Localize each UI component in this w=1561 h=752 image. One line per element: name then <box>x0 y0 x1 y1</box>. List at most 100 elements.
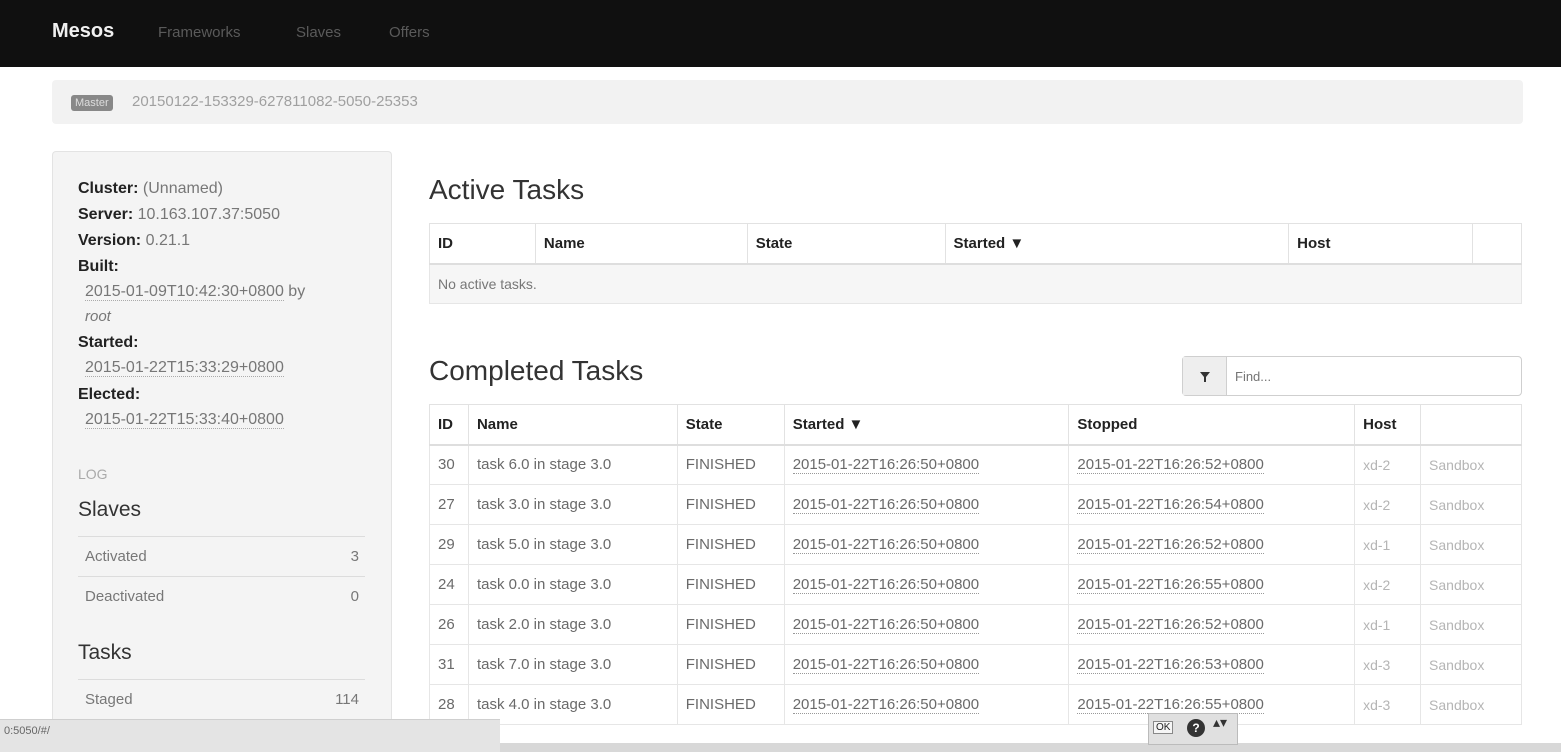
version-label: Version: <box>78 232 142 249</box>
col-started[interactable]: Started ▼ <box>783 404 1070 446</box>
filter-input[interactable] <box>1235 365 1505 387</box>
task-filter <box>1182 356 1522 396</box>
elected-label: Elected: <box>78 386 141 403</box>
up-down-arrows-icon[interactable]: ▴▾ <box>1213 715 1227 729</box>
table-row: 30 task 6.0 in stage 3.0 FINISHED 2015-0… <box>429 444 1522 485</box>
task-stopped-cell: 2015-01-22T16:26:52+0800 <box>1068 604 1356 645</box>
slaves-activated-row: Activated 3 <box>78 536 365 576</box>
task-name: task 7.0 in stage 3.0 <box>467 644 678 685</box>
col-state[interactable]: State <box>746 223 946 265</box>
task-host[interactable]: xd-1 <box>1354 604 1422 645</box>
task-host[interactable]: xd-3 <box>1354 644 1422 685</box>
task-id: 24 <box>429 564 469 605</box>
active-tasks-header-row: ID Name State Started ▼ Host <box>429 223 1522 265</box>
breadcrumb: Master 20150122-153329-627811082-5050-25… <box>52 80 1523 124</box>
sandbox-link[interactable]: Sandbox <box>1420 604 1522 645</box>
col-name[interactable]: Name <box>534 223 748 265</box>
table-row: 31 task 7.0 in stage 3.0 FINISHED 2015-0… <box>429 644 1522 685</box>
task-started-cell: 2015-01-22T16:26:50+0800 <box>783 564 1070 605</box>
task-state: FINISHED <box>676 644 785 685</box>
task-stopped: 2015-01-22T16:26:53+0800 <box>1077 656 1264 674</box>
elected-value-line: 2015-01-22T15:33:40+0800 <box>85 411 284 429</box>
top-navbar: Mesos Frameworks Slaves Offers <box>0 0 1561 67</box>
tasks-heading: Tasks <box>78 641 132 664</box>
sandbox-link[interactable]: Sandbox <box>1420 564 1522 605</box>
task-stopped: 2015-01-22T16:26:52+0800 <box>1077 536 1264 554</box>
elected-info: Elected: <box>78 386 140 404</box>
active-tasks-table: ID Name State Started ▼ Host No active t… <box>429 223 1522 304</box>
status-url: 0:5050/#/ <box>4 725 50 737</box>
elected-value: 2015-01-22T15:33:40+0800 <box>85 411 284 429</box>
task-stopped-cell: 2015-01-22T16:26:52+0800 <box>1068 444 1356 485</box>
master-badge: Master <box>71 95 113 111</box>
task-host[interactable]: xd-2 <box>1354 564 1422 605</box>
table-row: 26 task 2.0 in stage 3.0 FINISHED 2015-0… <box>429 604 1522 645</box>
sandbox-link[interactable]: Sandbox <box>1420 684 1522 725</box>
built-by: by <box>288 283 306 300</box>
col-started[interactable]: Started ▼ <box>944 223 1290 265</box>
slaves-activated-label: Activated <box>85 548 147 565</box>
task-started: 2015-01-22T16:26:50+0800 <box>792 496 980 514</box>
task-state: FINISHED <box>676 564 785 605</box>
col-actions <box>1420 404 1522 446</box>
empty-row: No active tasks. <box>429 263 1522 304</box>
task-host[interactable]: xd-3 <box>1354 684 1422 725</box>
completed-tasks-table: ID Name State Started ▼ Stopped Host 30 … <box>429 404 1522 725</box>
task-name: task 2.0 in stage 3.0 <box>467 604 678 645</box>
built-label: Built: <box>78 258 119 275</box>
task-state: FINISHED <box>676 684 785 725</box>
help-icon[interactable]: ? <box>1187 719 1205 737</box>
task-started-cell: 2015-01-22T16:26:50+0800 <box>783 524 1070 565</box>
col-id[interactable]: ID <box>429 223 536 265</box>
task-state: FINISHED <box>676 524 785 565</box>
task-started-cell: 2015-01-22T16:26:50+0800 <box>783 684 1070 725</box>
slaves-deactivated-value: 0 <box>350 588 359 605</box>
task-stopped: 2015-01-22T16:26:52+0800 <box>1077 616 1264 634</box>
task-stopped: 2015-01-22T16:26:54+0800 <box>1077 496 1264 514</box>
slaves-deactivated-row: Deactivated 0 <box>78 576 365 616</box>
col-state[interactable]: State <box>676 404 785 446</box>
built-user: root <box>85 308 111 325</box>
col-host[interactable]: Host <box>1354 404 1422 446</box>
tasks-staged-row: Staged 114 <box>78 679 365 719</box>
table-row: 28 task 4.0 in stage 3.0 FINISHED 2015-0… <box>429 684 1522 725</box>
task-name: task 3.0 in stage 3.0 <box>467 484 678 525</box>
active-tasks-heading: Active Tasks <box>429 174 585 205</box>
floating-toolbar: OK ? ▴▾ <box>1148 713 1238 745</box>
started-value: 2015-01-22T15:33:29+0800 <box>85 359 284 377</box>
completed-tasks-heading: Completed Tasks <box>429 355 644 386</box>
col-stopped[interactable]: Stopped <box>1068 404 1356 446</box>
server-info: Server: 10.163.107.37:5050 <box>78 206 280 224</box>
col-host[interactable]: Host <box>1288 223 1473 265</box>
built-info: Built: <box>78 258 119 276</box>
started-info: Started: <box>78 334 138 352</box>
built-value-line: 2015-01-09T10:42:30+0800 by <box>85 283 305 301</box>
cluster-sidebar: Cluster: (Unnamed) Server: 10.163.107.37… <box>52 151 392 752</box>
sandbox-link[interactable]: Sandbox <box>1420 524 1522 565</box>
task-started-cell: 2015-01-22T16:26:50+0800 <box>783 644 1070 685</box>
task-host[interactable]: xd-2 <box>1354 444 1422 485</box>
task-host[interactable]: xd-2 <box>1354 484 1422 525</box>
tasks-staged-label: Staged <box>85 691 133 708</box>
nav-slaves[interactable]: Slaves <box>296 24 341 41</box>
log-link[interactable]: LOG <box>78 466 108 482</box>
task-started: 2015-01-22T16:26:50+0800 <box>792 696 980 714</box>
task-stopped: 2015-01-22T16:26:52+0800 <box>1077 456 1264 475</box>
started-label: Started: <box>78 334 139 351</box>
sandbox-link[interactable]: Sandbox <box>1420 484 1522 525</box>
task-host[interactable]: xd-1 <box>1354 524 1422 565</box>
sandbox-link[interactable]: Sandbox <box>1420 444 1522 485</box>
ok-button[interactable]: OK <box>1153 721 1174 734</box>
task-id: 26 <box>429 604 469 645</box>
server-label: Server: <box>78 206 134 223</box>
completed-tasks-header-row: ID Name State Started ▼ Stopped Host <box>429 404 1522 446</box>
nav-frameworks[interactable]: Frameworks <box>158 24 241 41</box>
col-id[interactable]: ID <box>429 404 469 446</box>
built-value: 2015-01-09T10:42:30+0800 <box>85 283 284 301</box>
sandbox-link[interactable]: Sandbox <box>1420 644 1522 685</box>
cluster-label: Cluster: <box>78 180 139 197</box>
nav-offers[interactable]: Offers <box>389 24 430 41</box>
col-name[interactable]: Name <box>467 404 678 446</box>
brand-logo[interactable]: Mesos <box>52 20 114 43</box>
task-started: 2015-01-22T16:26:50+0800 <box>792 536 980 554</box>
